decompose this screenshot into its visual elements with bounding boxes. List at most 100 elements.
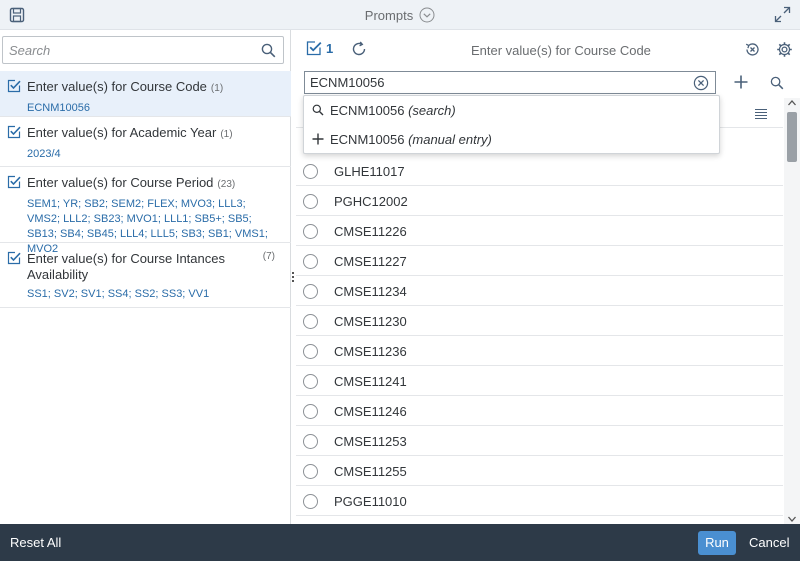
prompt-values: 2023/4 [27,148,61,160]
checked-icon [7,79,21,93]
suggestion-text: ECNM10056 (search) [330,103,456,118]
window-titlebar: Prompts [0,0,800,30]
reset-values-icon[interactable] [744,41,761,58]
radio-button[interactable] [303,344,318,359]
radio-button[interactable] [303,404,318,419]
radio-button[interactable] [303,314,318,329]
clear-icon[interactable] [693,75,709,91]
value-label: CMSE11234 [334,284,407,299]
checked-icon [7,125,21,139]
value-label: CMSE11236 [334,344,407,359]
scroll-down-icon[interactable] [788,516,796,522]
column-settings-icon[interactable] [754,108,768,120]
radio-button[interactable] [303,254,318,269]
value-label: GLHE11017 [334,164,405,179]
prompt-count: (1) [210,83,224,94]
suggestion-tag: (manual entry) [408,132,492,147]
radio-button[interactable] [303,164,318,179]
window-title: Prompts [364,7,414,23]
value-label: CMSE11241 [334,374,407,389]
prompt-search-input[interactable] [9,41,249,59]
search-icon [312,104,324,116]
prompt-title: Enter value(s) for Course Period [27,175,214,190]
radio-button[interactable] [303,194,318,209]
value-label: CMSE11246 [334,404,407,419]
prompt-title-line: Enter value(s) for Course Period (23) [27,175,281,193]
expand-icon[interactable] [774,6,791,23]
value-list: GLHE11017 PGHC12002 CMSE11226 CMSE11227 … [296,156,783,516]
gear-icon[interactable] [776,41,793,58]
radio-button[interactable] [303,374,318,389]
checked-icon [7,251,21,265]
prompt-item-course-code[interactable]: Enter value(s) for Course Code (1) ECNM10… [0,71,291,117]
chevron-down-icon[interactable] [419,7,435,23]
panel-resize-handle[interactable] [291,272,295,286]
detail-title: Enter value(s) for Course Code [471,43,651,58]
prompt-values: ECNM10056 [27,102,90,114]
search-icon[interactable] [770,76,784,90]
prompt-list: Enter value(s) for Course Code (1) ECNM10… [0,71,291,308]
list-item[interactable]: CMSE11241 [296,366,783,396]
value-label: PGGE11010 [334,494,407,509]
suggestion-dropdown: ECNM10056 (search) ECNM10056 (manual ent… [303,95,720,154]
value-entry-box [304,71,716,94]
list-item[interactable]: CMSE11226 [296,216,783,246]
prompt-count: (23) [217,179,236,190]
suggestion-value: ECNM10056 [330,132,405,147]
list-item[interactable]: GLHE11017 [296,156,783,186]
value-entry-input[interactable] [310,74,685,91]
prompt-title: Enter value(s) for Academic Year [27,125,217,140]
prompt-count: (7) [262,251,275,262]
prompt-summary-panel: Enter value(s) for Course Code(1) ECNM10… [0,30,291,524]
list-item[interactable]: CMSE11227 [296,246,783,276]
suggestion-search[interactable]: ECNM10056 (search) [304,96,721,125]
detail-toolbar: 1 Enter value(s) for Course Code [296,30,800,66]
dialog-footer: Reset All Run Cancel [0,524,800,561]
suggestion-manual-entry[interactable]: ECNM10056 (manual entry) [304,125,721,154]
prompt-title: Enter value(s) for Course Code [27,79,207,94]
value-label: CMSE11255 [334,464,407,479]
checked-icon [306,41,322,56]
prompt-title: Enter value(s) for Course Intances Avail… [27,251,225,282]
suggestion-value: ECNM10056 [330,103,405,118]
prompt-item-course-period[interactable]: Enter value(s) for Course Period (23) SEM… [0,167,291,255]
prompt-values: SS1; SV2; SV1; SS4; SS2; SS3; VV1 [27,288,210,300]
list-item[interactable]: CMSE11236 [296,336,783,366]
value-label: CMSE11226 [334,224,407,239]
value-label: CMSE11230 [334,314,407,329]
value-label: CMSE11253 [334,434,407,449]
radio-button[interactable] [303,284,318,299]
run-button[interactable]: Run [698,531,736,555]
radio-button[interactable] [303,434,318,449]
suggestion-tag: (search) [408,103,456,118]
list-item[interactable]: CMSE11234 [296,276,783,306]
list-item[interactable]: PGHC12002 [296,186,783,216]
radio-button[interactable] [303,494,318,509]
add-icon[interactable] [733,74,749,90]
list-item[interactable]: CMSE11255 [296,456,783,486]
reset-all-button[interactable]: Reset All [10,535,61,550]
prompt-count: (1) [220,129,233,140]
list-item[interactable]: CMSE11253 [296,426,783,456]
scrollbar-thumb[interactable] [787,112,797,162]
search-icon[interactable] [261,43,276,58]
list-item[interactable]: CMSE11246 [296,396,783,426]
cancel-button[interactable]: Cancel [749,535,789,550]
list-item[interactable]: CMSE11230 [296,306,783,336]
prompt-title-line: Enter value(s) for Academic Year (1) [27,125,281,143]
plus-icon [312,133,324,145]
selected-values-toggle[interactable]: 1 [306,40,333,56]
value-list-scrollbar[interactable] [784,98,800,524]
scroll-up-icon[interactable] [788,100,796,106]
suggestion-text: ECNM10056 (manual entry) [330,132,492,147]
prompt-item-course-availability[interactable]: Enter value(s) for Course Intances Avail… [0,243,291,308]
window-title-area: Prompts [0,7,800,23]
prompt-title-line: Enter value(s) for Course Code (1) [27,79,281,97]
prompt-item-academic-year[interactable]: Enter value(s) for Academic Year (1) 2023… [0,117,291,167]
refresh-icon[interactable] [351,41,367,57]
list-item[interactable]: PGGE11010 [296,486,783,516]
selected-count: 1 [326,40,334,56]
radio-button[interactable] [303,224,318,239]
prompt-search-box [2,36,284,64]
radio-button[interactable] [303,464,318,479]
